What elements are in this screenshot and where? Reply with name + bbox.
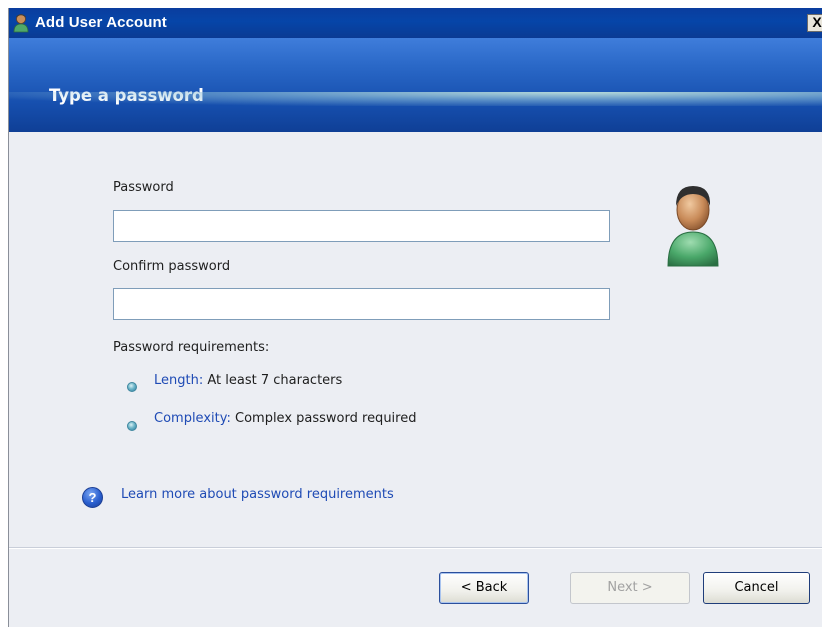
close-button[interactable]: X [807, 14, 822, 32]
learn-more-link[interactable]: Learn more about password requirements [121, 487, 394, 502]
add-user-account-window: Add User Account X Type a password Passw… [8, 8, 822, 627]
cancel-button[interactable]: Cancel [703, 572, 810, 604]
window-title: Add User Account [35, 14, 167, 31]
requirement-complexity: Complexity: Complex password required [154, 411, 416, 426]
complexity-text: Complex password required [235, 411, 417, 426]
user-avatar-icon [667, 186, 719, 267]
banner-glow [9, 92, 822, 106]
bullet-icon [127, 421, 137, 431]
complexity-link[interactable]: Complexity: [154, 411, 231, 426]
next-button[interactable]: Next > [570, 572, 690, 604]
title-bar[interactable]: Add User Account X [9, 8, 822, 38]
back-button[interactable]: < Back [439, 572, 529, 604]
confirm-password-field[interactable] [113, 288, 610, 320]
confirm-password-label: Confirm password [113, 259, 231, 274]
password-label: Password [113, 180, 174, 195]
requirements-heading: Password requirements: [113, 340, 270, 355]
footer [9, 549, 822, 627]
header-banner: Type a password [9, 38, 822, 132]
help-icon[interactable]: ? [82, 487, 103, 508]
requirement-length: Length: At least 7 characters [154, 373, 342, 388]
bullet-icon [127, 382, 137, 392]
password-field[interactable] [113, 210, 610, 242]
length-text: At least 7 characters [207, 373, 343, 388]
length-link[interactable]: Length: [154, 373, 203, 388]
user-icon [13, 14, 29, 33]
